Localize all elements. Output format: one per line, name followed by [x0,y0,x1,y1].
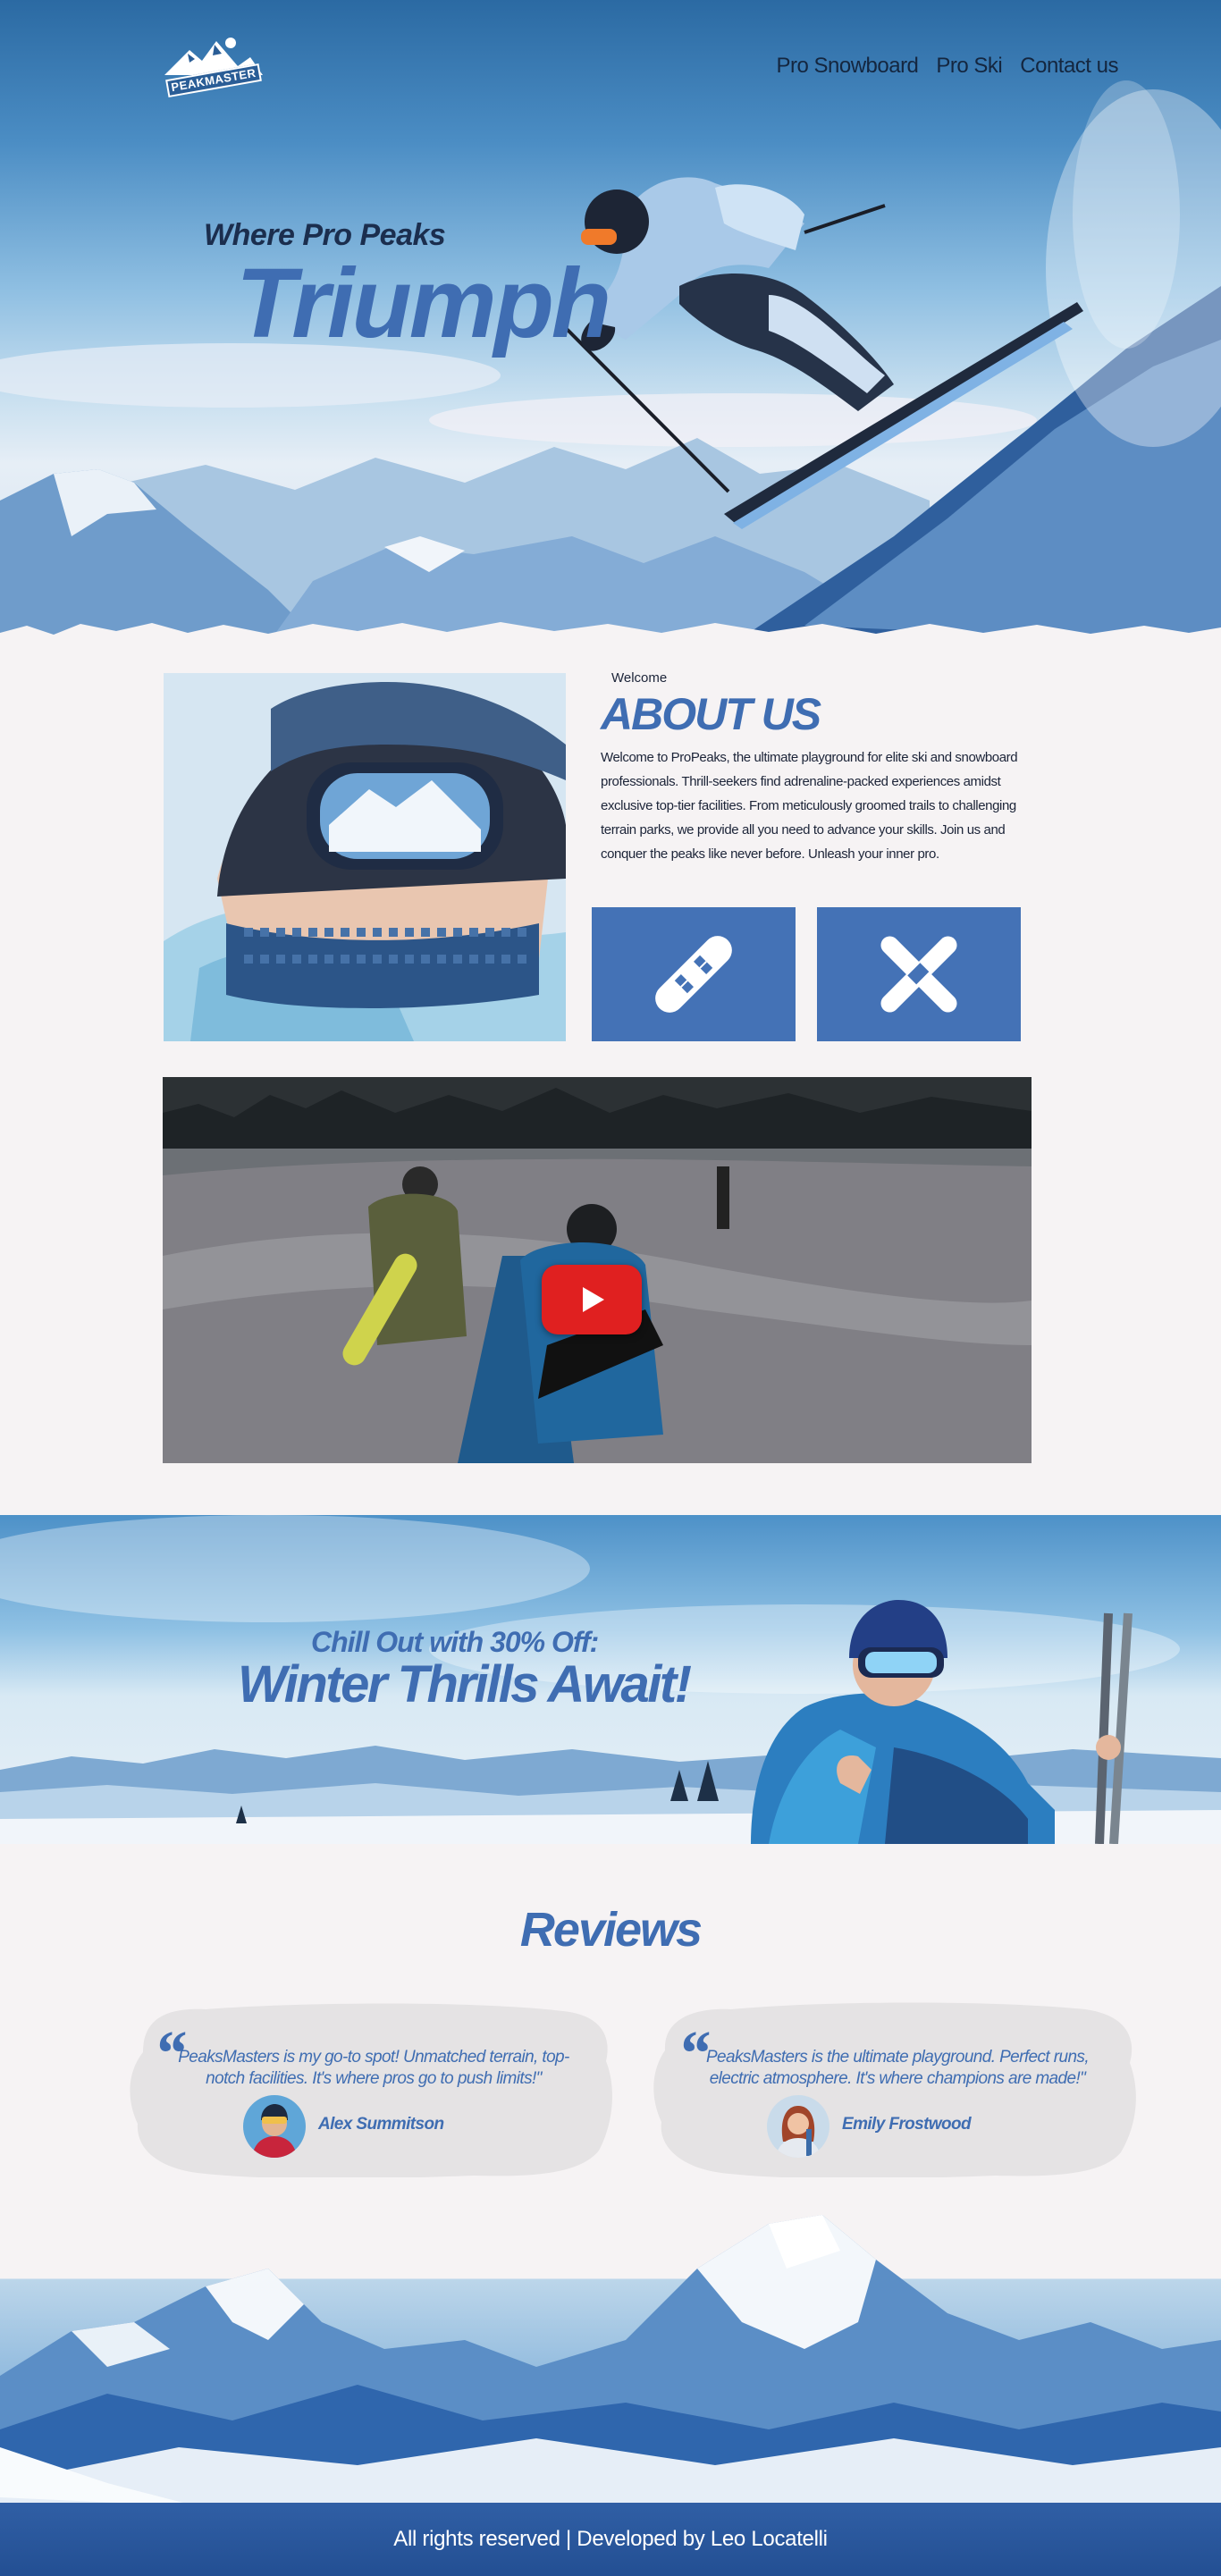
review-card: “ PeaksMasters is the ultimate playgroun… [640,1999,1141,2177]
brand-logo[interactable]: PEAKMASTER [161,32,266,104]
crossed-skis-icon [880,936,957,1013]
reviewer-avatar-image [767,2095,829,2158]
avatar [767,2095,829,2158]
nav-link-contact-us[interactable]: Contact us [1020,54,1118,79]
footer-bar: All rights reserved | Developed by Leo L… [0,2503,1221,2576]
nav-link-pro-ski[interactable]: Pro Ski [936,54,1002,79]
avatar [243,2095,306,2158]
promo-title: Winter Thrills Await! [238,1655,692,1713]
ski-tile[interactable] [817,907,1021,1041]
main-nav: Pro Snowboard Pro Ski Contact us [776,54,1118,79]
about-photo [164,673,566,1041]
mountain-range-illustration [0,2215,1221,2506]
skier-goggles-image [164,673,566,1041]
footer-mountains-image [0,2215,1221,2506]
about-title: ABOUT US [601,689,821,739]
reviewer-avatar-image [243,2095,306,2158]
review-card: “ PeaksMasters is my go-to spot! Unmatch… [116,1999,617,2177]
footer-text: All rights reserved | Developed by Leo L… [393,2527,828,2551]
play-icon [583,1287,604,1312]
nav-link-pro-snowboard[interactable]: Pro Snowboard [776,54,918,79]
review-text: PeaksMasters is my go-to spot! Unmatched… [178,2048,569,2088]
reviews-title: Reviews [519,1903,703,1957]
about-label: Welcome [611,670,668,686]
promo-banner: Chill Out with 30% Off: Winter Thrills A… [0,1515,1221,1844]
snowboard-icon [655,936,732,1013]
review-text: PeaksMasters is the ultimate playground.… [705,2048,1090,2088]
about-text: Welcome to ProPeaks, the ultimate playgr… [601,750,1018,862]
video-play-button[interactable] [542,1265,642,1334]
reviewer-name: Emily Frostwood [842,2115,972,2134]
snowboard-tile[interactable] [592,907,796,1041]
hero-title: Triumph [236,248,611,358]
hero-section: PEAKMASTER Pro Snowboard Pro Ski Contact… [0,0,1221,644]
video-player[interactable] [163,1077,1032,1463]
reviewer-name: Alex Summitson [318,2115,444,2134]
